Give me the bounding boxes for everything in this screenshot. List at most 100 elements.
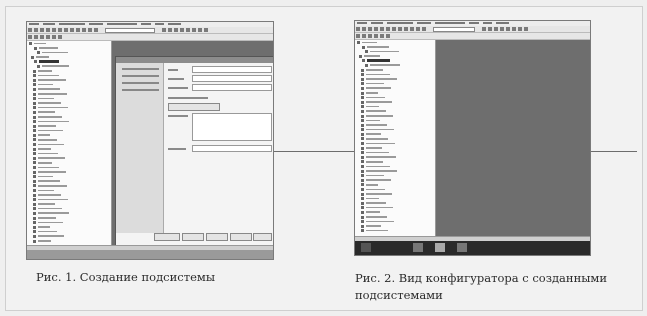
close-button[interactable] [230,233,252,241]
tree-node-icon [361,146,364,150]
tree-node-label [38,212,69,215]
tree-node-label [34,42,46,45]
actions-button[interactable] [154,233,180,241]
tree-node-icon [361,178,364,182]
next-button[interactable] [206,233,228,241]
tree-node-label [366,119,380,122]
tree-node-icon [361,119,364,123]
tree-node-label [38,116,62,118]
tree-node-icon [361,105,364,109]
tree-node-label [366,105,379,108]
tree-node-label [366,197,379,200]
tree-row[interactable] [27,239,111,244]
dialog-sidebar [116,63,164,233]
tree-node-icon [33,101,36,105]
connector-line-left [272,151,354,152]
tree-node-icon [33,143,36,147]
tree-node-icon [33,133,36,137]
tree-node-label [38,88,60,91]
tree-node-icon [361,137,364,141]
tree-node-icon [362,45,365,49]
tree-node-icon [359,54,362,58]
command-interface-button[interactable] [168,103,220,111]
tree-node-icon [361,160,364,164]
tree-node-label [38,226,50,228]
tree-node-icon [34,60,37,64]
tree-node-icon [37,51,40,55]
tree-node-icon [34,46,37,50]
tree-node-icon [31,55,34,59]
tree-node-icon [361,82,364,86]
tree-node-label [38,184,67,187]
configuration-tree [355,40,436,236]
tree-node-icon [33,216,36,220]
tree-node-label [366,160,383,163]
tree-node-icon [361,73,364,77]
tree-node-label [366,78,397,80]
tree-node-label [366,73,390,76]
tree-node-icon [361,155,364,159]
help-button[interactable] [253,233,272,241]
tree-node-icon [361,174,364,178]
tree-node-icon [33,120,36,124]
tree-node-label [38,180,60,182]
back-button[interactable] [182,233,204,241]
tree-node-icon [361,86,364,90]
name-field[interactable] [192,66,272,73]
tree-node-icon [33,152,36,156]
tree-node-icon [361,229,364,233]
tree-node-label [38,198,68,201]
tree-node-label [38,161,52,164]
tree-node-icon [365,63,368,67]
tree-node-icon [361,165,364,169]
tree-node-label [366,69,383,71]
tree-node-icon [33,179,36,183]
tree-node-icon [33,207,36,211]
tree-node-icon [361,91,364,95]
tree-node-label [38,240,51,242]
tree-node-icon [33,147,36,151]
tree-node-icon [361,132,364,136]
explanation-field[interactable] [192,113,272,141]
tree-node-label [38,157,65,159]
tree-node-label [362,41,377,44]
workspace-area [436,40,590,236]
figure-1-caption: Рис. 1. Создание подсистемы [36,270,215,284]
synonym-field[interactable] [192,75,272,82]
tree-node-label [42,51,68,54]
tree-node-label [366,115,393,117]
tree-node-label [38,235,64,238]
tree-node-label [38,83,53,86]
comment-field[interactable] [192,84,272,91]
tree-node-label [38,70,52,72]
tree-node-label [38,125,56,127]
tree-node-icon [33,193,36,197]
tree-node-icon [33,78,36,82]
tree-node-label [366,92,378,94]
tree-node-icon [357,41,360,44]
tree-node-label [366,170,397,172]
subsystem-dialog [115,56,273,246]
tree-node-label [38,106,68,109]
tree-node-label [366,151,389,154]
tree-node-icon [33,115,36,119]
tree-node-icon [361,114,364,118]
tree-node-label [38,152,58,155]
tree-node-icon [33,92,36,96]
tree-node-label [39,47,58,49]
tree-node-label [366,216,387,218]
tree-node-label [364,55,380,57]
tree-node-label [366,229,388,232]
tree-node-label [38,217,56,219]
tree-node-label [38,111,55,113]
tree-node-label [370,50,399,53]
picture-field[interactable] [192,145,272,152]
tree-node-label [366,202,386,204]
tree-node-icon [33,97,36,101]
tree-row[interactable] [355,228,435,233]
tree-node-label [38,230,57,233]
tree-node-icon [33,189,36,192]
tree-node-label [366,188,385,191]
tree-node-icon [33,211,36,215]
tree-node-label [366,220,394,223]
